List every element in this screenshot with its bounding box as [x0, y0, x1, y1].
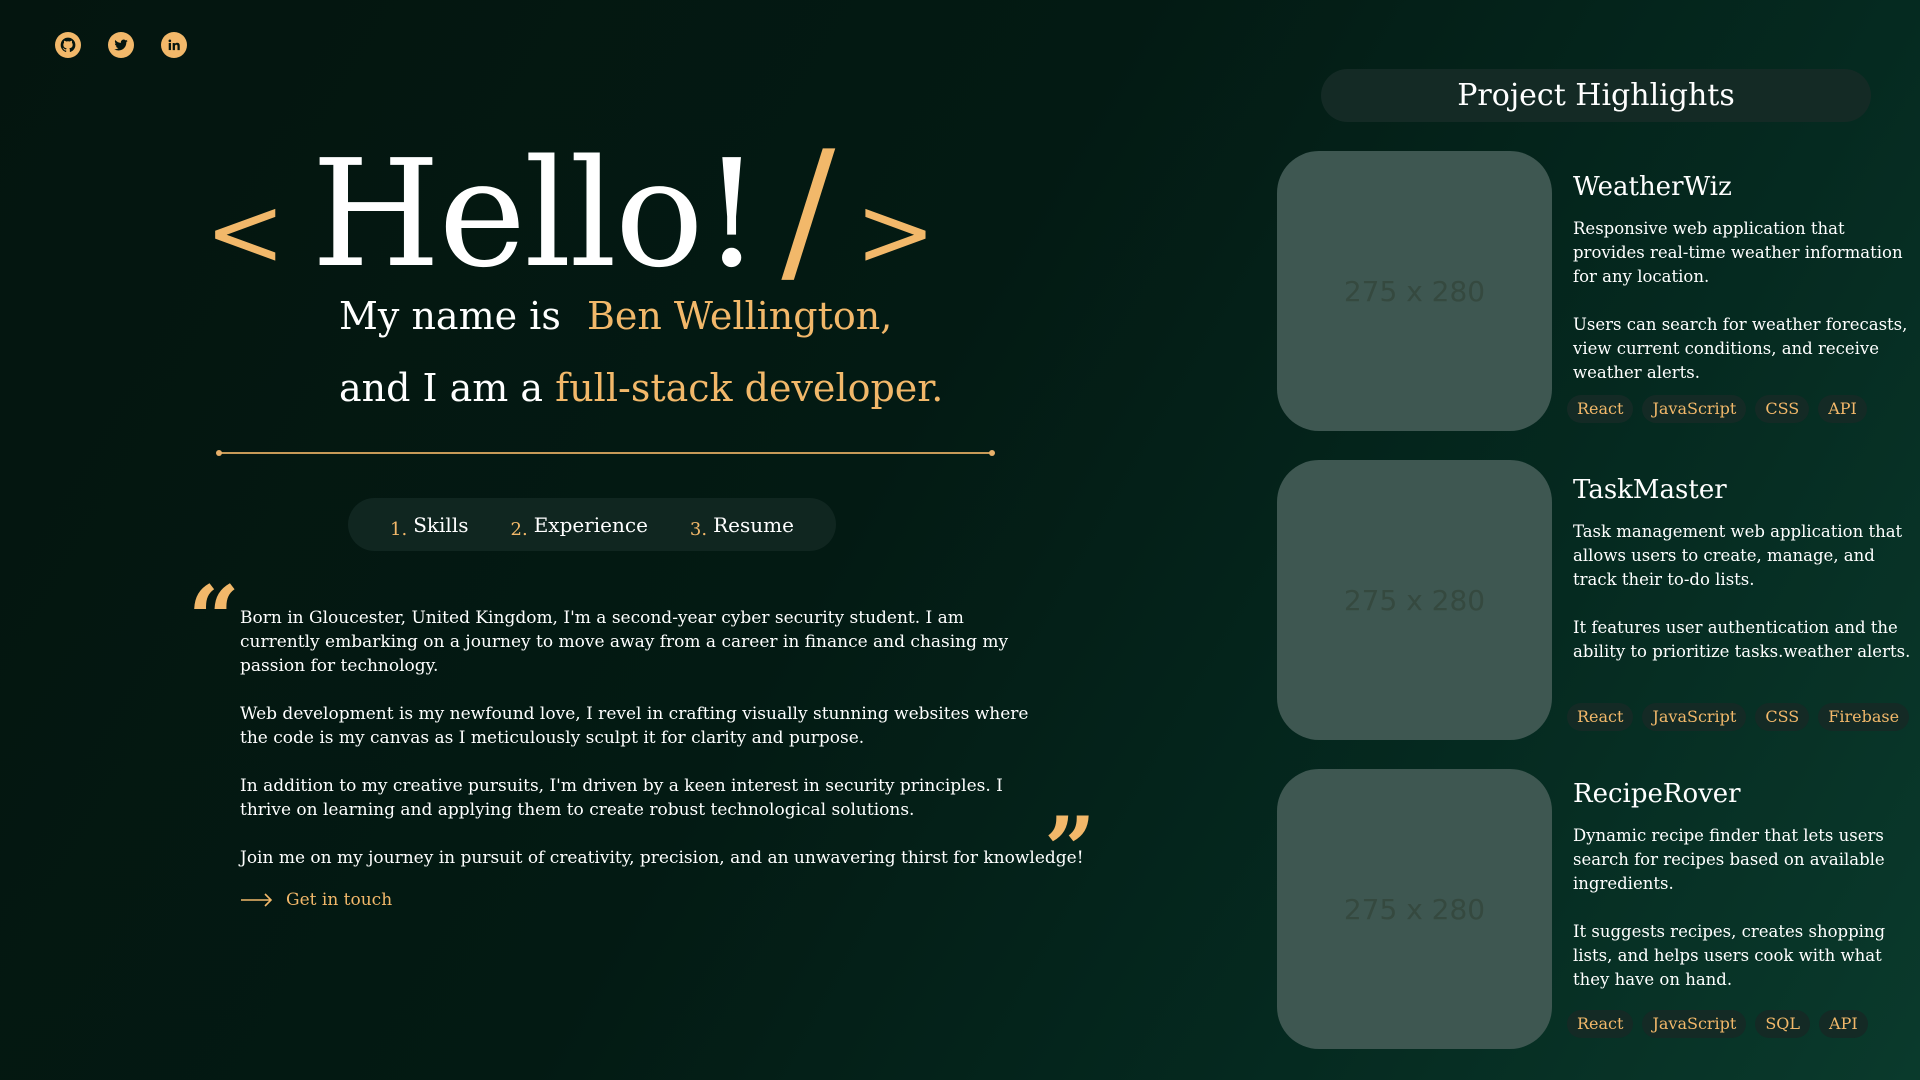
get-in-touch-link[interactable]: Get in touch: [240, 890, 392, 910]
project-info: TaskMaster Task management web applicati…: [1573, 474, 1913, 688]
project-description: It suggests recipes, creates shopping li…: [1573, 922, 1886, 989]
project-description: Users can search for weather forecasts, …: [1573, 315, 1908, 382]
section-nav: 1. Skills 2. Experience 3. Resume: [348, 498, 836, 551]
twitter-icon[interactable]: [108, 32, 134, 58]
bio-paragraph: Born in Gloucester, United Kingdom, I'm …: [240, 608, 1009, 676]
project-thumbnail: 275 x 280: [1277, 769, 1552, 1049]
project-title: WeatherWiz: [1573, 172, 1732, 202]
open-bracket: <: [205, 176, 286, 288]
intro-prefix: My name is: [339, 294, 561, 338]
intro-line-2: and I am a full-stack developer.: [339, 366, 943, 410]
tech-tag: React: [1567, 395, 1634, 423]
tech-tag: API: [1819, 1010, 1868, 1038]
tech-tag: CSS: [1755, 703, 1810, 731]
close-quote-icon: ”: [1044, 797, 1096, 903]
project-tags: React JavaScript CSS Firebase: [1567, 703, 1910, 731]
arrow-right-icon: [241, 893, 273, 907]
project-title: RecipeRover: [1573, 779, 1741, 809]
tech-tag: SQL: [1755, 1010, 1811, 1038]
nav-item-skills[interactable]: 1. Skills: [390, 512, 469, 540]
bio-paragraph: Web development is my newfound love, I r…: [240, 704, 1029, 748]
project-title: TaskMaster: [1573, 475, 1727, 505]
bio-paragraph: In addition to my creative pursuits, I'm…: [240, 776, 1003, 820]
nav-label: Skills: [413, 512, 469, 537]
bio-paragraph: Join me on my journey in pursuit of crea…: [240, 848, 1084, 868]
slash: /: [781, 116, 836, 303]
nav-label: Experience: [533, 512, 648, 537]
nav-number: 2.: [510, 518, 528, 540]
close-bracket: >: [855, 176, 936, 288]
role-prefix: and I am a: [339, 366, 544, 410]
project-card-weatherwiz[interactable]: 275 x 280 WeatherWiz Responsive web appl…: [1277, 151, 1917, 431]
open-quote-icon: “: [188, 566, 240, 672]
project-tags: React JavaScript SQL API: [1567, 1010, 1868, 1038]
tech-tag: CSS: [1755, 395, 1810, 423]
project-description: Dynamic recipe finder that lets users se…: [1573, 826, 1885, 893]
project-card-taskmaster[interactable]: 275 x 280 TaskMaster Task management web…: [1277, 460, 1917, 740]
project-thumbnail: 275 x 280: [1277, 460, 1552, 740]
project-info: RecipeRover Dynamic recipe finder that l…: [1573, 778, 1913, 1016]
nav-number: 1.: [390, 518, 408, 540]
project-thumbnail: 275 x 280: [1277, 151, 1552, 431]
nav-label: Resume: [713, 512, 794, 537]
divider: [216, 450, 995, 456]
get-in-touch-label: Get in touch: [286, 890, 393, 910]
developer-role: full-stack developer.: [555, 366, 944, 410]
linkedin-icon[interactable]: [161, 32, 187, 58]
hello-text: Hello!: [311, 128, 761, 300]
social-links: [55, 32, 187, 58]
tech-tag: React: [1567, 703, 1634, 731]
project-card-reciperover[interactable]: 275 x 280 RecipeRover Dynamic recipe fin…: [1277, 769, 1917, 1049]
bio-text: Born in Gloucester, United Kingdom, I'm …: [240, 606, 1084, 894]
tech-tag: API: [1818, 395, 1867, 423]
nav-item-experience[interactable]: 2. Experience: [510, 512, 648, 540]
github-icon[interactable]: [55, 32, 81, 58]
developer-name: Ben Wellington,: [586, 294, 893, 338]
project-description: It features user authentication and the …: [1573, 618, 1911, 661]
tech-tag: JavaScript: [1642, 395, 1747, 423]
hero-heading: < Hello! / >: [205, 130, 936, 290]
tech-tag: Firebase: [1818, 703, 1910, 731]
project-description: Responsive web application that provides…: [1573, 219, 1903, 286]
tech-tag: JavaScript: [1642, 703, 1747, 731]
intro-line-1: My name is Ben Wellington,: [339, 294, 892, 338]
project-info: WeatherWiz Responsive web application th…: [1573, 171, 1913, 409]
nav-item-resume[interactable]: 3. Resume: [689, 512, 794, 540]
tech-tag: JavaScript: [1642, 1010, 1747, 1038]
project-tags: React JavaScript CSS API: [1567, 395, 1867, 423]
project-highlights-header: Project Highlights: [1321, 69, 1871, 122]
project-description: Task management web application that all…: [1573, 522, 1903, 589]
tech-tag: React: [1567, 1010, 1634, 1038]
nav-number: 3.: [689, 518, 708, 540]
